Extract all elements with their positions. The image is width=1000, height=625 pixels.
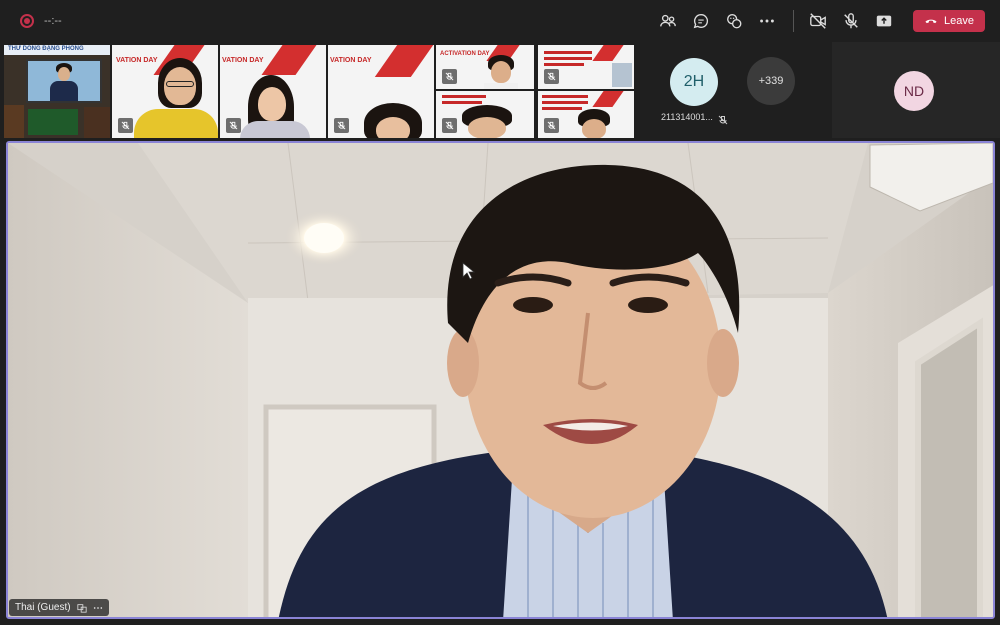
mic-off-icon (844, 13, 858, 29)
participant-avatar[interactable]: 2H (670, 58, 718, 106)
thumbnail-banner: THƯ DÒNG ĐẠNG PHÒNG (8, 46, 84, 52)
participant-mic-off-icon (226, 118, 241, 133)
participant-thumbnail[interactable]: VATION DAY (220, 45, 326, 138)
meeting-toolbar: --:-- Leave (0, 0, 1000, 42)
camera-off-icon (810, 13, 826, 29)
camera-toggle-button[interactable] (806, 10, 830, 32)
reactions-button[interactable] (722, 10, 746, 32)
leave-button[interactable]: Leave (913, 10, 985, 32)
meeting-timer: --:-- (44, 15, 62, 27)
toolbar-divider (793, 10, 794, 32)
people-icon (660, 14, 676, 27)
people-button[interactable] (656, 10, 680, 32)
reactions-icon (727, 14, 742, 29)
speaker-name-tag[interactable]: Thai (Guest) (9, 599, 109, 616)
participant-mic-off-icon (118, 118, 133, 133)
thumbnail-banner: VATION DAY (330, 57, 372, 64)
main-video-tile[interactable] (6, 141, 995, 619)
participant-mic-off-icon (718, 112, 728, 130)
speaker-name: Thai (Guest) (15, 602, 71, 613)
thumbnail-banner: VATION DAY (116, 57, 158, 64)
participant-thumbnail[interactable]: VATION DAY (112, 45, 218, 138)
participant-mic-off-icon (544, 69, 559, 84)
share-icon (876, 15, 892, 27)
thumbnail-banner: ACTIVATION DAY (440, 51, 490, 57)
chat-icon (693, 14, 709, 29)
more-options-button[interactable] (755, 10, 779, 32)
mic-toggle-button[interactable] (839, 10, 863, 32)
leave-label: Leave (944, 15, 974, 27)
participant-thumbnail[interactable]: THƯ DÒNG ĐẠNG PHÒNG (4, 45, 110, 138)
overflow-participants-button[interactable]: +339 (747, 57, 795, 105)
participant-thumbnail[interactable]: ACTIVATION DAY (436, 45, 534, 89)
participant-mic-off-icon (442, 118, 457, 133)
self-avatar[interactable]: ND (894, 71, 934, 111)
thumbnail-banner: VATION DAY (222, 57, 264, 64)
participant-thumbnail[interactable]: VATION DAY (328, 45, 434, 138)
participant-strip: THƯ DÒNG ĐẠNG PHÒNG VATION DAY VATION DA… (0, 42, 1000, 138)
participant-thumbnail[interactable] (436, 91, 534, 138)
phone-hangup-icon (925, 19, 937, 24)
share-tray-icon (76, 603, 87, 613)
participant-thumbnail[interactable] (538, 91, 634, 138)
recording-icon (20, 14, 34, 28)
more-icon (760, 19, 774, 23)
participant-name-label: 211314001... (661, 112, 713, 122)
participant-mic-off-icon (442, 69, 457, 84)
speaker-video (8, 143, 993, 617)
participant-mic-off-icon (334, 118, 349, 133)
chat-button[interactable] (689, 10, 713, 32)
participant-mic-off-icon (544, 118, 559, 133)
share-screen-button[interactable] (872, 10, 896, 32)
participant-thumbnail[interactable] (538, 45, 634, 89)
self-view-tile: ND (832, 42, 1000, 138)
more-icon[interactable] (93, 603, 103, 613)
